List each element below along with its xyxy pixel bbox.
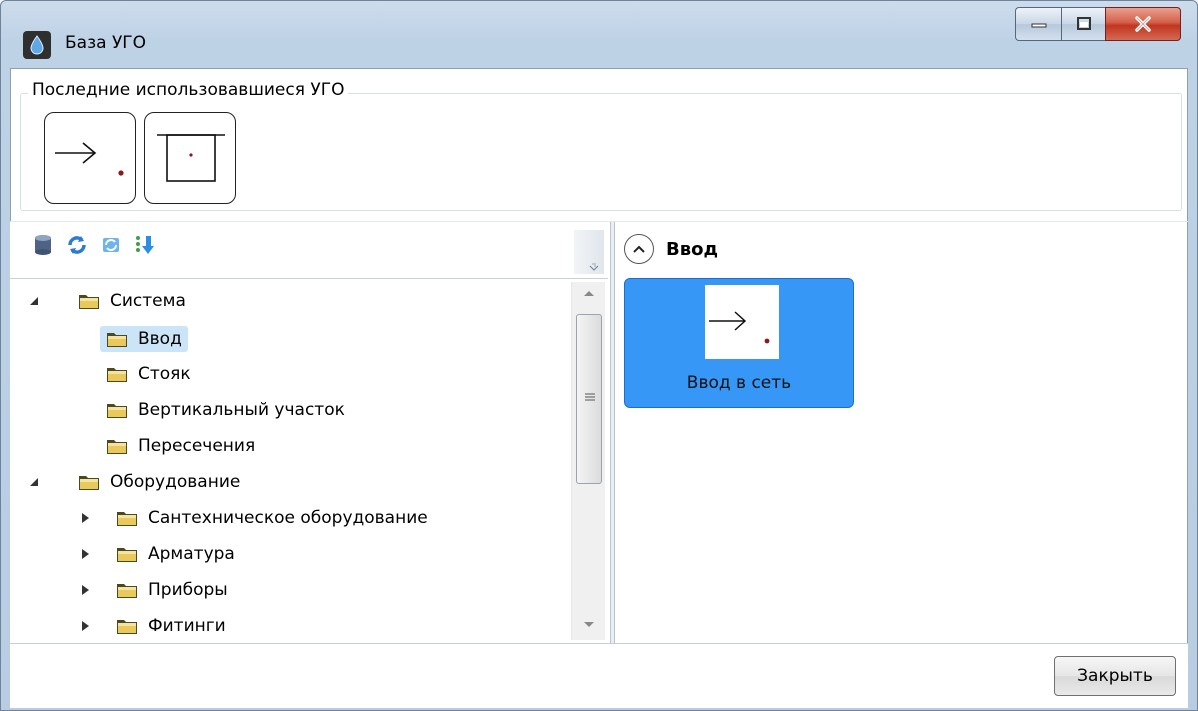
- folder-icon: [79, 476, 99, 490]
- symbol-tile-input-network[interactable]: Ввод в сеть: [624, 278, 854, 408]
- tree-item-fitingi[interactable]: Фитинги: [78, 610, 232, 642]
- tree-item-label: Ввод: [138, 329, 182, 349]
- window-title: База УГО: [65, 33, 147, 53]
- tree-item-stoyak[interactable]: Стояк: [100, 358, 197, 390]
- tree-item-sistema[interactable]: Система: [28, 285, 192, 317]
- folder-icon: [117, 620, 137, 634]
- tree-item-label: Фитинги: [148, 616, 226, 636]
- grip-lines-icon: [585, 393, 595, 401]
- tree-item-label: Система: [110, 291, 186, 311]
- symbols-group-title: Ввод: [666, 238, 719, 260]
- tree-item-vertical-section[interactable]: Вертикальный участок: [100, 394, 351, 426]
- scroll-down-icon[interactable]: [582, 620, 596, 630]
- tree-scrollbar[interactable]: [571, 282, 605, 640]
- tree-item-label: Стояк: [138, 364, 191, 384]
- close-icon: [1135, 16, 1151, 32]
- tree-item-label: Сантехническое оборудование: [148, 508, 428, 528]
- minimize-icon: [1031, 23, 1046, 28]
- collapsed-arrow-icon[interactable]: [80, 620, 92, 632]
- chevron-up-icon: [633, 245, 645, 253]
- close-window-button[interactable]: [1105, 7, 1181, 41]
- folder-icon: [117, 584, 137, 598]
- collapsed-arrow-icon[interactable]: [80, 584, 92, 596]
- tree-item-armatura[interactable]: Арматура: [78, 538, 241, 570]
- tree-toolbar: [30, 232, 158, 258]
- collapse-group-button[interactable]: [624, 234, 654, 264]
- close-button[interactable]: Закрыть: [1054, 656, 1176, 696]
- folder-icon: [79, 295, 99, 309]
- folder-icon: [107, 404, 127, 418]
- folder-icon: [107, 333, 127, 347]
- sort-down-icon[interactable]: [132, 232, 158, 258]
- tree-item-label: Приборы: [148, 580, 228, 600]
- tree-item-intersections[interactable]: Пересечения: [100, 430, 261, 462]
- tree-item-label: Арматура: [148, 544, 235, 564]
- expanded-arrow-icon[interactable]: [28, 295, 40, 307]
- tree-item-vvod[interactable]: Ввод: [100, 323, 188, 355]
- toolbar-grip[interactable]: [574, 230, 604, 274]
- minimize-button[interactable]: [1015, 7, 1061, 41]
- tree-item-pribory[interactable]: Приборы: [78, 574, 234, 606]
- folder-icon: [117, 548, 137, 562]
- folder-icon: [117, 512, 137, 526]
- maximize-icon: [1076, 17, 1091, 30]
- scrollbar-thumb[interactable]: [576, 314, 602, 484]
- tree-item-label: Оборудование: [110, 472, 241, 492]
- recent-symbol-input-arrow[interactable]: [44, 112, 136, 204]
- symbols-group-header: Ввод: [624, 234, 718, 264]
- box-symbol-icon: [157, 134, 225, 182]
- recent-symbols-legend: Последние использовавшиеся УГО: [28, 80, 349, 100]
- input-arrow-symbol-icon: [55, 142, 124, 176]
- title-bar[interactable]: База УГО: [1, 1, 1197, 63]
- footer-bar: [10, 643, 1188, 708]
- tree-item-sanitary-equipment[interactable]: Сантехническое оборудование: [78, 502, 434, 534]
- sync-icon[interactable]: [98, 232, 124, 258]
- tree-item-equipment[interactable]: Оборудование: [28, 466, 246, 498]
- symbol-thumbnail: [705, 285, 779, 359]
- folder-icon: [107, 440, 127, 454]
- input-arrow-symbol-icon: [709, 311, 770, 344]
- expanded-arrow-icon[interactable]: [28, 476, 40, 488]
- symbol-caption: Ввод в сеть: [686, 373, 792, 393]
- collapsed-arrow-icon[interactable]: [80, 548, 92, 560]
- database-icon[interactable]: [30, 232, 56, 258]
- recent-symbol-box[interactable]: [144, 112, 236, 204]
- folder-icon: [107, 368, 127, 382]
- scroll-up-icon[interactable]: [582, 288, 596, 298]
- collapsed-arrow-icon[interactable]: [80, 512, 92, 524]
- maximize-button[interactable]: [1061, 7, 1105, 41]
- refresh-icon[interactable]: [64, 232, 90, 258]
- tree-item-label: Пересечения: [138, 436, 256, 456]
- caption-buttons: [1015, 7, 1181, 41]
- tree-item-label: Вертикальный участок: [138, 400, 345, 420]
- drop-icon: [23, 31, 51, 59]
